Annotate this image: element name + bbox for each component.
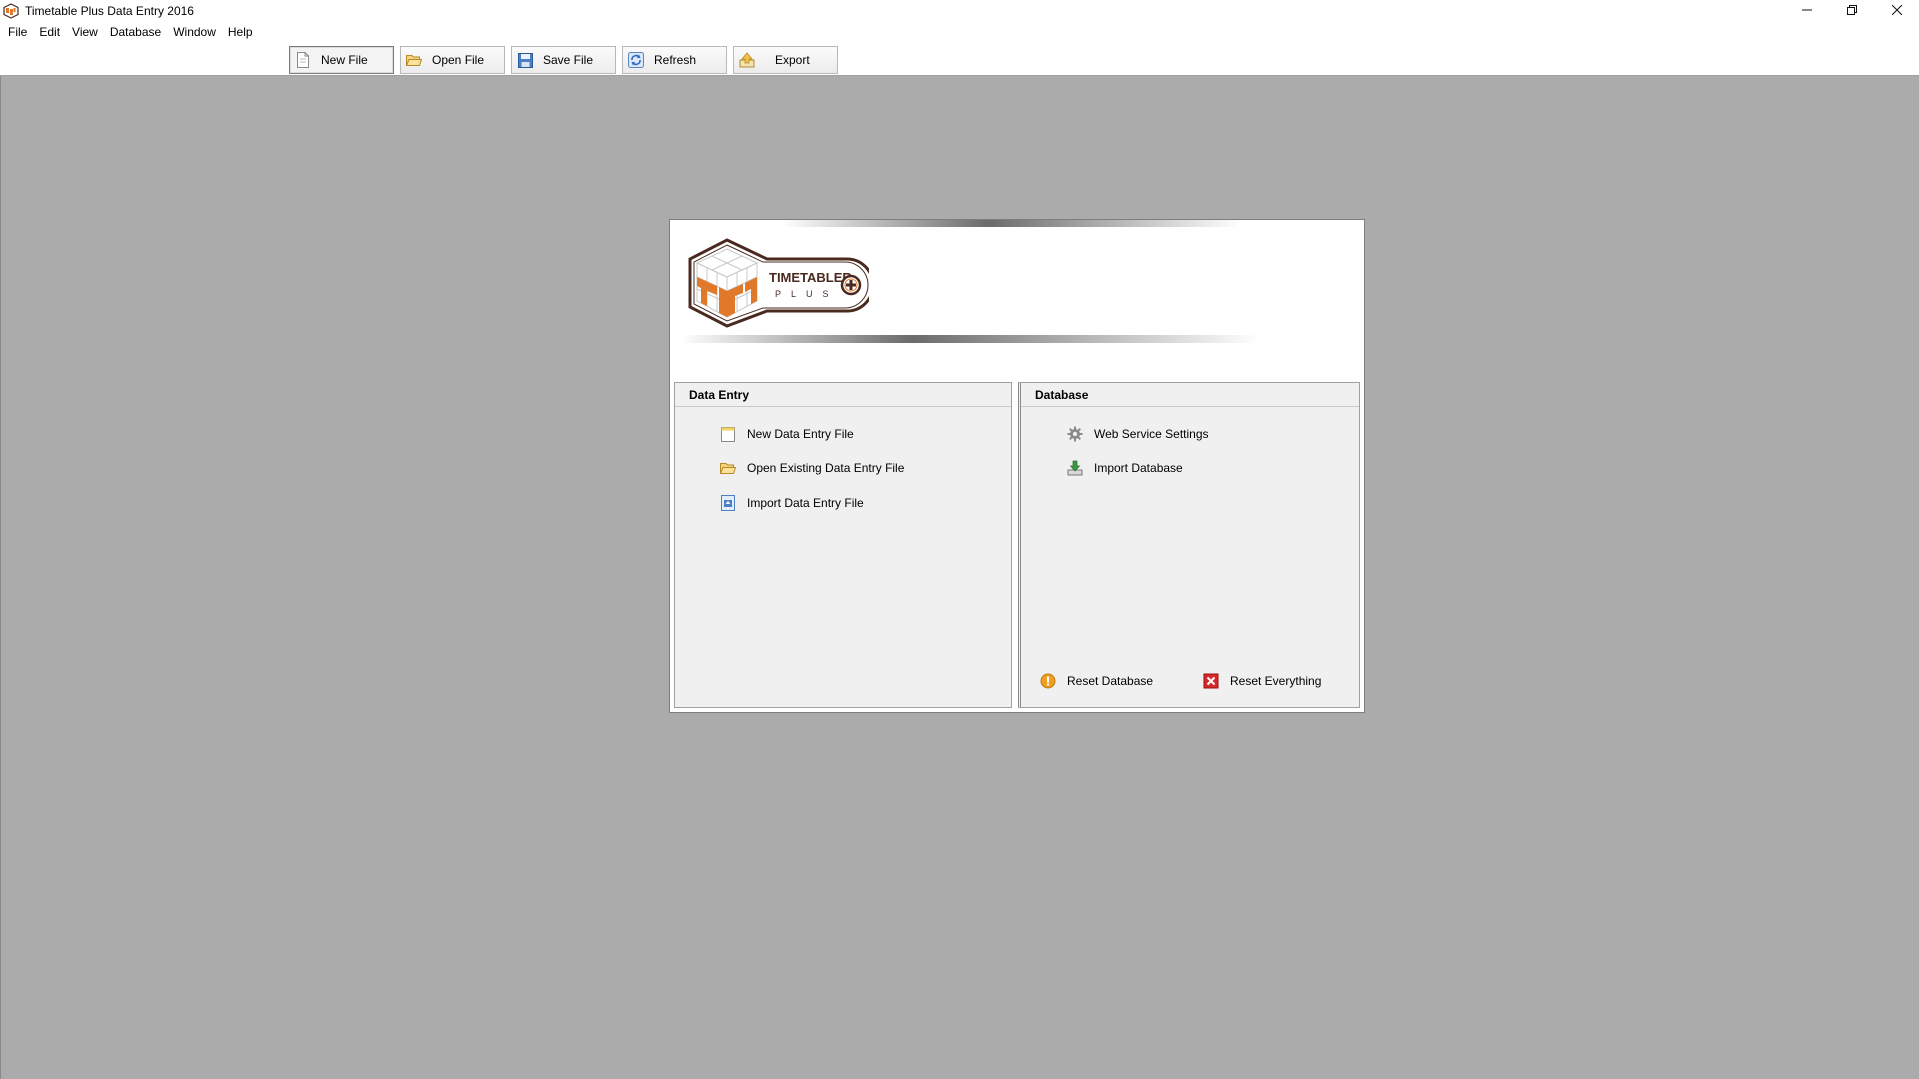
import-data-entry-file-link[interactable]: Import Data Entry File bbox=[719, 494, 864, 512]
gear-icon bbox=[1066, 425, 1084, 443]
save-icon bbox=[517, 52, 533, 68]
folder-open-icon bbox=[406, 52, 422, 68]
menu-database[interactable]: Database bbox=[104, 22, 167, 43]
web-service-settings-link[interactable]: Web Service Settings bbox=[1066, 425, 1209, 443]
refresh-icon bbox=[628, 52, 644, 68]
import-database-label: Import Database bbox=[1094, 461, 1183, 475]
new-file-label: New File bbox=[321, 53, 368, 67]
web-service-settings-label: Web Service Settings bbox=[1094, 427, 1209, 441]
new-file-button[interactable]: New File bbox=[289, 46, 394, 74]
toolbar: New File Open File Save File Refresh Exp… bbox=[0, 43, 1919, 76]
menu-edit[interactable]: Edit bbox=[33, 22, 66, 43]
timetabler-plus-logo: TIMETABLER PLUS bbox=[687, 237, 875, 329]
timetabler-cube-icon bbox=[3, 3, 19, 19]
new-data-entry-file-label: New Data Entry File bbox=[747, 427, 854, 441]
save-file-label: Save File bbox=[543, 53, 594, 67]
export-label: Export bbox=[775, 53, 810, 67]
open-existing-data-entry-file-link[interactable]: Open Existing Data Entry File bbox=[719, 459, 904, 477]
menu-file[interactable]: File bbox=[2, 22, 33, 43]
banner-divider-bottom bbox=[680, 335, 1260, 343]
import-data-entry-file-label: Import Data Entry File bbox=[747, 496, 864, 510]
window-title: Timetable Plus Data Entry 2016 bbox=[25, 4, 194, 18]
database-panel: Database Web Service Settings Import Dat… bbox=[1018, 382, 1360, 708]
restore-button[interactable] bbox=[1829, 0, 1874, 22]
new-data-entry-file-link[interactable]: New Data Entry File bbox=[719, 425, 854, 443]
menu-bar: File Edit View Database Window Help bbox=[0, 22, 1919, 43]
title-bar: Timetable Plus Data Entry 2016 bbox=[0, 0, 1919, 22]
reset-database-label: Reset Database bbox=[1067, 674, 1154, 688]
logo-word: TIMETABLER bbox=[769, 270, 852, 285]
refresh-label: Refresh bbox=[654, 53, 697, 67]
refresh-button[interactable]: Refresh bbox=[622, 46, 727, 74]
new-file-icon bbox=[295, 52, 311, 68]
folder-open-icon bbox=[719, 459, 737, 477]
download-icon bbox=[1066, 459, 1084, 477]
open-file-label: Open File bbox=[432, 53, 485, 67]
close-icon bbox=[1891, 4, 1902, 19]
warning-icon bbox=[1039, 672, 1057, 690]
menu-view[interactable]: View bbox=[66, 22, 104, 43]
new-document-icon bbox=[719, 425, 737, 443]
menu-help[interactable]: Help bbox=[222, 22, 259, 43]
menu-window[interactable]: Window bbox=[167, 22, 222, 43]
export-button[interactable]: Export bbox=[733, 46, 838, 74]
open-existing-data-entry-file-label: Open Existing Data Entry File bbox=[747, 461, 905, 475]
reset-database-link[interactable]: Reset Database bbox=[1039, 672, 1153, 690]
save-file-button[interactable]: Save File bbox=[511, 46, 616, 74]
reset-everything-label: Reset Everything bbox=[1230, 674, 1322, 688]
import-file-icon bbox=[719, 494, 737, 512]
start-page: TIMETABLER PLUS Data Entry New Data Entr… bbox=[669, 219, 1365, 713]
mdi-workspace: TIMETABLER PLUS Data Entry New Data Entr… bbox=[0, 76, 1919, 1079]
logo-subword: PLUS bbox=[775, 289, 839, 299]
reset-everything-link[interactable]: Reset Everything bbox=[1202, 672, 1321, 690]
error-x-icon bbox=[1202, 672, 1220, 690]
close-button[interactable] bbox=[1874, 0, 1919, 22]
database-header: Database bbox=[1021, 383, 1359, 407]
data-entry-header: Data Entry bbox=[675, 383, 1011, 407]
banner-divider-top bbox=[782, 220, 1242, 227]
minimize-button[interactable] bbox=[1784, 0, 1829, 22]
window-controls bbox=[1784, 0, 1919, 22]
data-entry-panel: Data Entry New Data Entry File Open Exis… bbox=[674, 382, 1012, 708]
minimize-icon bbox=[1801, 4, 1812, 19]
restore-icon bbox=[1846, 4, 1857, 19]
export-icon bbox=[739, 52, 755, 68]
open-file-button[interactable]: Open File bbox=[400, 46, 505, 74]
import-database-link[interactable]: Import Database bbox=[1066, 459, 1183, 477]
